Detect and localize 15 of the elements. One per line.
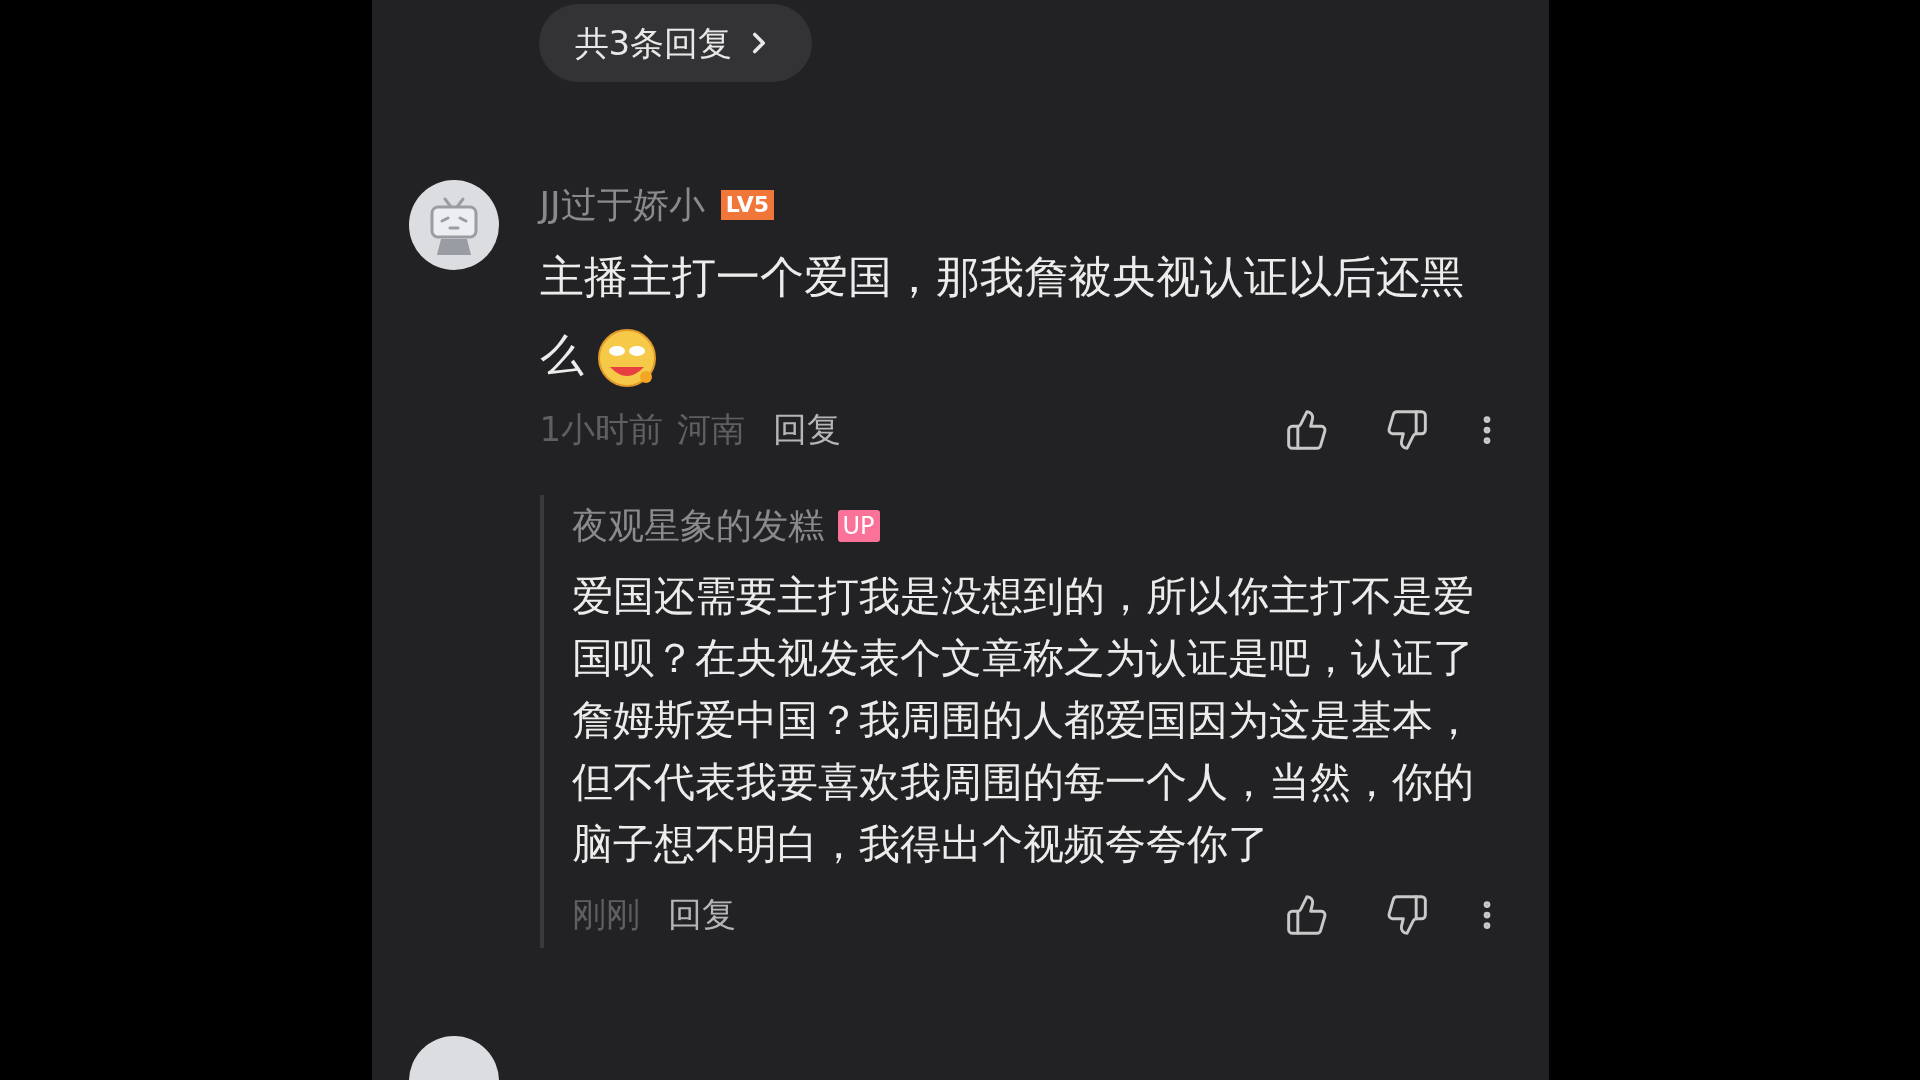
reply-link[interactable]: 回复	[667, 889, 736, 940]
replies-toggle-button[interactable]: 共3条回复	[538, 4, 813, 82]
comment-text: 主播主打一个爱国，那我詹被央视认证以后还黑么	[539, 238, 1480, 394]
reply-link[interactable]: 回复	[773, 404, 842, 455]
comment-location: 河南	[677, 408, 746, 451]
author-name[interactable]: JJ过于娇小	[539, 178, 705, 232]
reply-author-name[interactable]: 夜观星象的发糕	[571, 499, 824, 553]
emoji-icon	[595, 327, 658, 389]
reply-text: 爱国还需要主打我是没想到的，所以你主打不是爱国呗？在央视发表个文章称之为认证是吧，认证了詹姆斯爱中国？我周围的人都爱国因为这是基本，但不代表我要喜欢我周围的每一个人，当然，你的脑子想不明白，我得出个视频夸夸你了	[571, 571, 1475, 870]
thumbs-up-icon[interactable]	[1284, 407, 1329, 452]
reply-time: 刚刚	[571, 893, 640, 936]
up-badge: UP	[837, 510, 880, 542]
level-badge: LV5	[720, 190, 775, 220]
comment-time: 1小时前	[539, 408, 664, 451]
thumbs-up-icon[interactable]	[1284, 892, 1329, 937]
